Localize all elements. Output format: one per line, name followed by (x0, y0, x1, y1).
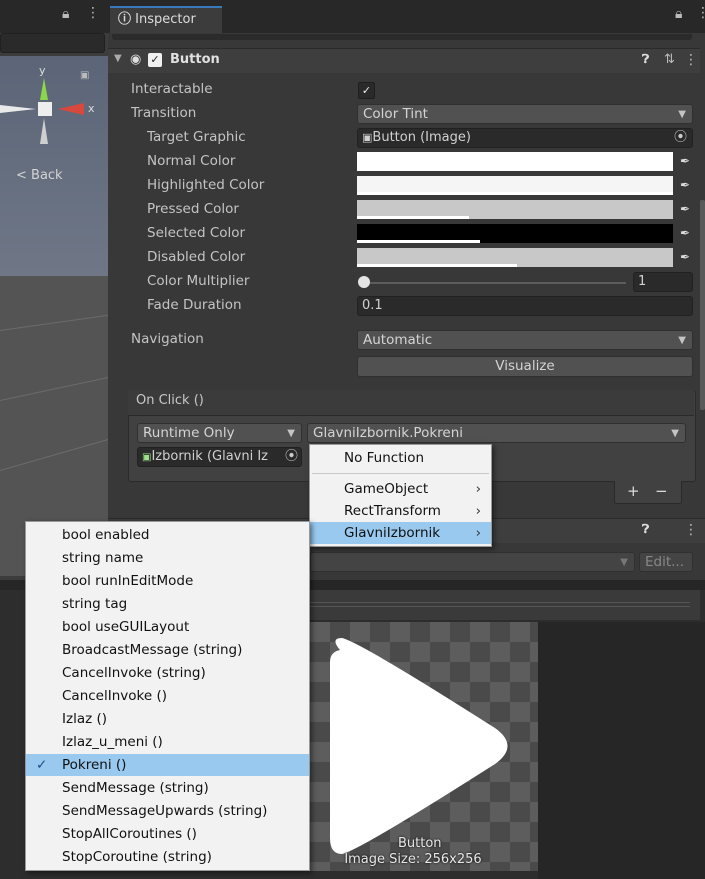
interactable-checkbox[interactable]: ✓ (358, 82, 375, 99)
list-add-remove-footer: + − (614, 481, 682, 504)
help-icon[interactable]: ❓︎ (642, 522, 649, 537)
lock-icon[interactable]: 🔒︎ (62, 6, 69, 22)
target-object-field[interactable]: ▣Izbornik (Glavni Iz ⦿ (137, 447, 302, 467)
component-enabled-checkbox[interactable]: ✓ (148, 53, 162, 67)
normal-color-label: Normal Color (147, 153, 236, 169)
object-picker-icon[interactable]: ⦿ (285, 448, 298, 466)
preview-background (538, 622, 705, 879)
disabled-color-label: Disabled Color (147, 249, 246, 265)
tab-inspector-label: Inspector (135, 12, 196, 27)
lock-icon[interactable]: 🔒︎ (675, 6, 682, 22)
menu-item-method[interactable]: bool runInEditMode (26, 570, 309, 592)
help-icon[interactable]: ❓︎ (642, 52, 649, 67)
navigation-dropdown[interactable]: Automatic ▼ (357, 330, 693, 350)
image-icon: ▣ (362, 131, 373, 144)
menu-item-method[interactable]: string tag (26, 593, 309, 615)
orientation-gizmo-icon[interactable]: y x ▣ (0, 60, 108, 160)
material-dropdown[interactable]: ▼ (310, 552, 635, 572)
scene-tab-bar: 🔒︎ ⋮ (0, 0, 108, 33)
menu-item-glavniizbornik[interactable]: GlavniIzbornik › (310, 522, 491, 544)
foldout-arrow-icon[interactable]: ▼ (114, 53, 122, 64)
kebab-menu-icon[interactable]: ⋮ (86, 5, 100, 21)
component-menu-icon[interactable]: ⋮ (684, 52, 698, 68)
button-component-icon: ◉ (130, 52, 142, 67)
target-graphic-label: Target Graphic (147, 129, 246, 145)
method-menu: bool enabled string name bool runInEditM… (25, 521, 310, 871)
component-title: Button (170, 52, 220, 67)
info-icon: ⓘ (118, 12, 132, 27)
interactable-label: Interactable (131, 81, 213, 97)
add-listener-button[interactable]: + (627, 482, 640, 500)
menu-item-method[interactable]: string name (26, 547, 309, 569)
button-component-header[interactable]: ▼ ◉ ✓ Button ❓︎ ⇅ ⋮ (108, 48, 700, 73)
axis-x-label: x (88, 102, 95, 115)
inspector-scrollbar[interactable] (700, 200, 705, 410)
tab-inspector[interactable]: ⓘ Inspector (110, 6, 222, 33)
menu-item-method[interactable]: Izlaz_u_meni () (26, 731, 309, 753)
kebab-menu-icon[interactable]: ⋮ (696, 5, 705, 21)
onclick-header: On Click () (128, 390, 694, 416)
normal-color-swatch[interactable] (357, 152, 673, 171)
eyedropper-icon[interactable]: ✒︎ (675, 248, 695, 267)
selected-color-label: Selected Color (147, 225, 246, 241)
color-multiplier-slider[interactable] (364, 282, 626, 284)
function-menu: No Function GameObject › RectTransform › G… (309, 444, 492, 547)
preview-toolbar (300, 590, 700, 620)
onclick-title: On Click () (136, 393, 204, 408)
axis-y-label: y (39, 64, 46, 77)
scene-view[interactable]: 🔒︎ ⋮ y x ▣ < Back (0, 0, 139, 580)
pressed-color-label: Pressed Color (147, 201, 239, 217)
menu-item-method[interactable]: CancelInvoke (string) (26, 662, 309, 684)
edit-button[interactable]: Edit... (639, 552, 693, 572)
component-menu-icon[interactable]: ⋮ (684, 522, 698, 538)
eyedropper-icon[interactable]: ✒︎ (675, 200, 695, 219)
object-picker-icon[interactable]: ⦿ (674, 129, 687, 147)
highlighted-color-label: Highlighted Color (147, 177, 265, 193)
menu-item-method-selected[interactable]: ✓ Pokreni () (26, 754, 309, 776)
eyedropper-icon[interactable]: ✒︎ (675, 224, 695, 243)
checkmark-icon: ✓ (36, 757, 48, 773)
menu-item-method[interactable]: SendMessageUpwards (string) (26, 800, 309, 822)
menu-item-method[interactable]: StopAllCoroutines () (26, 823, 309, 845)
color-multiplier-label: Color Multiplier (147, 273, 250, 289)
menu-item-method[interactable]: bool useGUILayout (26, 616, 309, 638)
fade-duration-label: Fade Duration (147, 297, 242, 313)
menu-item-recttransform[interactable]: RectTransform › (310, 500, 491, 522)
svg-text:▣: ▣ (80, 70, 89, 81)
back-view-label[interactable]: < Back (16, 168, 63, 183)
target-graphic-field[interactable]: ▣Button (Image) ⦿ (357, 128, 693, 148)
preset-icon[interactable]: ⇅ (664, 52, 675, 67)
runtime-mode-dropdown[interactable]: Runtime Only ▼ (137, 423, 302, 443)
transition-label: Transition (131, 105, 197, 121)
transition-dropdown[interactable]: Color Tint ▼ (357, 104, 693, 124)
menu-item-method[interactable]: SendMessage (string) (26, 777, 309, 799)
preview-asset-name: Button (398, 836, 442, 851)
menu-item-method[interactable]: BroadcastMessage (string) (26, 639, 309, 661)
remove-listener-button[interactable]: − (655, 482, 668, 500)
slider-handle[interactable] (358, 276, 370, 288)
function-dropdown[interactable]: GlavniIzbornik.Pokreni ▼ (307, 423, 686, 443)
menu-item-method[interactable]: Izlaz () (26, 708, 309, 730)
preview-image-size: Image Size: 256x256 (344, 852, 482, 867)
menu-item-gameobject[interactable]: GameObject › (310, 478, 491, 500)
color-multiplier-input[interactable]: 1 (633, 272, 693, 292)
scene-search-field[interactable] (0, 33, 105, 53)
eyedropper-icon[interactable]: ✒︎ (675, 176, 695, 195)
visualize-button[interactable]: Visualize (357, 356, 693, 377)
menu-item-method[interactable]: StopCoroutine (string) (26, 846, 309, 868)
menu-item-method[interactable]: bool enabled (26, 524, 309, 546)
menu-item-method[interactable]: CancelInvoke () (26, 685, 309, 707)
navigation-label: Navigation (131, 331, 204, 347)
menu-item-no-function[interactable]: No Function (310, 447, 491, 469)
fade-duration-input[interactable]: 0.1 (357, 296, 693, 316)
eyedropper-icon[interactable]: ✒︎ (675, 152, 695, 171)
